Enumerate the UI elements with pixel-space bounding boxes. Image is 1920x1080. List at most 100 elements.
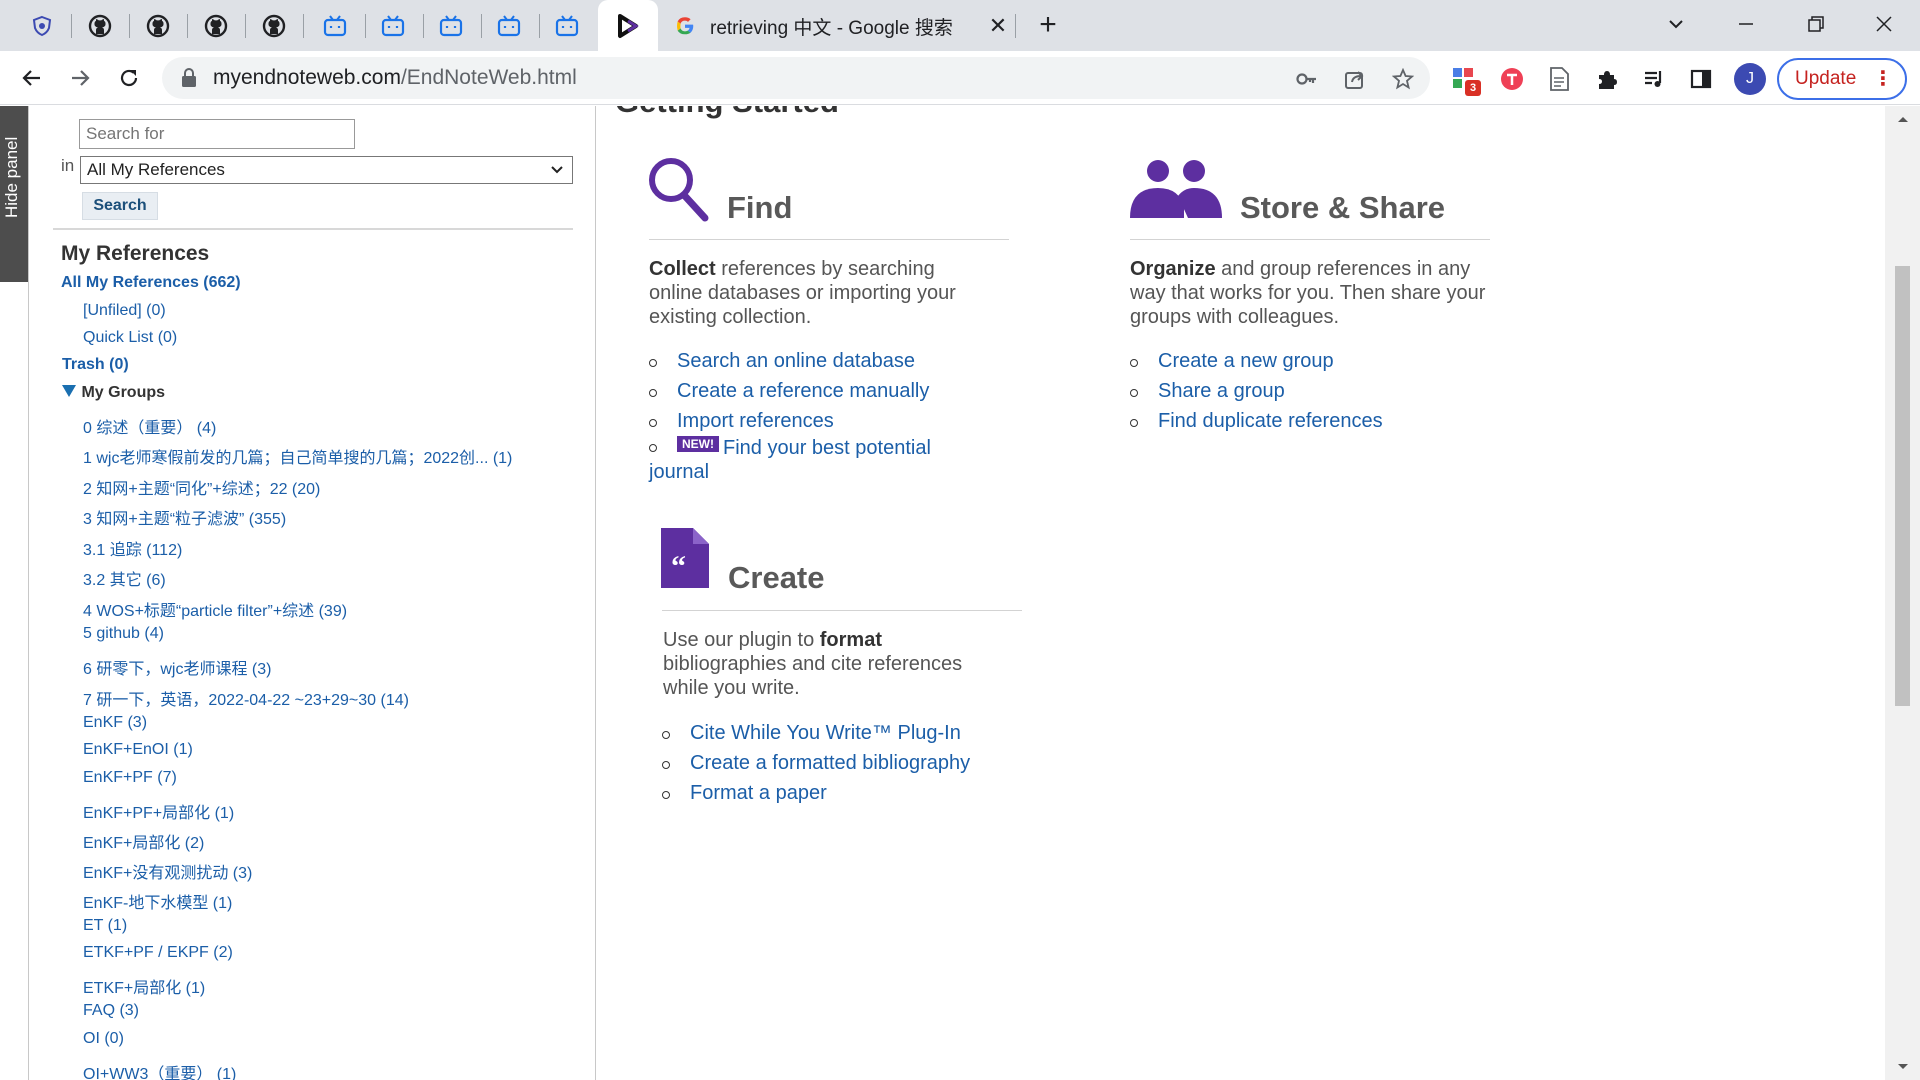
side-panel-button[interactable] <box>1686 64 1716 94</box>
url-text[interactable]: myendnoteweb.com/EndNoteWeb.html <box>213 66 577 90</box>
format-paper-link[interactable]: Format a paper <box>662 778 970 808</box>
group-item[interactable]: 3 知网+主题“粒子滤波” (355) <box>83 505 286 529</box>
store-intro: Organize and group references in any way… <box>1130 257 1500 329</box>
group-item[interactable]: EnKF+PF+局部化 (1) <box>83 799 234 823</box>
group-item[interactable]: ETKF+PF / EKPF (2) <box>83 944 233 962</box>
share-group-link[interactable]: Share a group <box>1130 376 1383 406</box>
new-tab-button[interactable]: + <box>1030 10 1066 42</box>
cite-while-you-write-link[interactable]: Cite While You Write™ Plug-In <box>662 718 970 748</box>
scope-selected-value: All My References <box>87 160 225 179</box>
pinned-tab-bilibili[interactable] <box>365 8 421 44</box>
media-controls-button[interactable] <box>1639 64 1669 94</box>
group-item[interactable]: EnKF+局部化 (2) <box>83 829 204 853</box>
page-title: Getting Started <box>615 106 839 120</box>
magnifier-icon <box>649 158 709 222</box>
group-item[interactable]: 0 综述（重要） (4) <box>83 414 216 438</box>
my-groups-toggle[interactable]: My Groups <box>61 384 165 402</box>
group-item[interactable]: FAQ (3) <box>83 1002 139 1020</box>
tab-google-search[interactable]: retrieving 中文 - Google 搜索 ✕ <box>660 6 1016 46</box>
pinned-tab-shield[interactable] <box>14 8 70 44</box>
close-tab-icon[interactable]: ✕ <box>986 14 1010 38</box>
browser-toolbar: myendnoteweb.com/EndNoteWeb.html 3 J Upd… <box>0 51 1920 105</box>
group-item[interactable]: OI+WW3（重要） (1) <box>83 1060 236 1080</box>
pinned-tab-github[interactable] <box>72 8 128 44</box>
group-item[interactable]: EnKF+没有观测扰动 (3) <box>83 859 252 883</box>
group-item[interactable]: 5 github (4) <box>83 625 164 643</box>
restore-icon[interactable] <box>1788 6 1844 42</box>
create-intro-bold: format <box>819 629 882 651</box>
back-button[interactable] <box>14 61 50 95</box>
scroll-down-arrow-icon[interactable] <box>1896 1062 1910 1072</box>
create-reference-manually-link[interactable]: Create a reference manually <box>649 376 929 406</box>
group-item[interactable]: 7 研一下，英语，2022-04-22 ~23+29~30 (14) <box>83 686 409 710</box>
minimize-icon[interactable] <box>1718 6 1774 42</box>
bilibili-icon <box>497 15 521 37</box>
group-item[interactable]: 4 WOS+标题“particle filter”+综述 (39) <box>83 597 347 621</box>
reload-button[interactable] <box>111 61 147 95</box>
group-item[interactable]: EnKF-地下水模型 (1) <box>83 889 232 913</box>
pinned-tab-github[interactable] <box>130 8 186 44</box>
search-button[interactable]: Search <box>82 192 158 220</box>
pinned-tab-bilibili[interactable] <box>481 8 537 44</box>
all-my-references-link[interactable]: All My References (662) <box>61 274 241 292</box>
group-item[interactable]: ET (1) <box>83 917 127 935</box>
group-item[interactable]: 2 知网+主题“同化”+综述；22 (20) <box>83 475 320 499</box>
bookmark-star-icon[interactable] <box>1390 66 1416 92</box>
search-online-database-link[interactable]: Search an online database <box>649 346 929 376</box>
profile-avatar[interactable]: J <box>1734 63 1766 95</box>
group-item[interactable]: ETKF+局部化 (1) <box>83 974 205 998</box>
scrollbar-thumb[interactable] <box>1895 266 1910 706</box>
group-item[interactable]: EnKF+EnOI (1) <box>83 741 193 759</box>
create-formatted-bibliography-link[interactable]: Create a formatted bibliography <box>662 748 970 778</box>
group-item[interactable]: 1 wjc老师寒假前发的几篇；自己简单搜的几篇；2022创... (1) <box>83 444 512 468</box>
hide-panel-button[interactable]: Hide panel <box>0 106 28 282</box>
reader-extension[interactable] <box>1544 64 1574 94</box>
create-intro-pre: Use our plugin to <box>663 629 820 651</box>
search-input[interactable] <box>79 119 355 149</box>
share-icon[interactable] <box>1342 66 1368 92</box>
triangle-down-icon <box>62 385 76 397</box>
tab-search-icon[interactable] <box>1648 6 1704 42</box>
create-new-group-link[interactable]: Create a new group <box>1130 346 1383 376</box>
pinned-tab-bilibili[interactable] <box>307 8 363 44</box>
group-item[interactable]: EnKF (3) <box>83 714 147 732</box>
scope-select[interactable]: All My References <box>80 156 573 184</box>
divider <box>53 228 573 230</box>
forward-arrow-icon <box>72 70 90 86</box>
bilibili-icon <box>323 15 347 37</box>
extension-grid[interactable]: 3 <box>1450 64 1481 96</box>
active-tab[interactable] <box>598 0 658 51</box>
forward-button[interactable] <box>62 61 98 95</box>
pinned-tab-bilibili[interactable] <box>539 8 595 44</box>
group-item[interactable]: EnKF+PF (7) <box>83 769 177 787</box>
pinned-tab-github[interactable] <box>246 8 302 44</box>
clarivate-icon <box>618 13 639 38</box>
url-path: /EndNoteWeb.html <box>400 66 577 89</box>
unfiled-link[interactable]: [Unfiled] (0) <box>83 302 166 320</box>
key-icon[interactable] <box>1294 66 1320 92</box>
red-extension[interactable] <box>1497 64 1527 94</box>
shield-extension-icon <box>32 15 52 37</box>
import-references-link[interactable]: Import references <box>649 406 929 436</box>
address-bar[interactable]: myendnoteweb.com/EndNoteWeb.html <box>162 57 1430 99</box>
lock-icon <box>182 68 196 87</box>
find-duplicate-references-link[interactable]: Find duplicate references <box>1130 406 1383 436</box>
group-item[interactable]: 3.2 其它 (6) <box>83 566 166 590</box>
scroll-up-arrow-icon[interactable] <box>1896 114 1910 124</box>
trash-link[interactable]: Trash (0) <box>62 356 129 374</box>
github-icon <box>262 14 286 38</box>
page-scrollbar[interactable] <box>1885 106 1920 1080</box>
find-journal-item: NEW! Find your best potential journal <box>649 436 989 484</box>
extensions-button[interactable] <box>1592 64 1622 94</box>
group-item[interactable]: OI (0) <box>83 1030 124 1048</box>
close-window-icon[interactable] <box>1856 6 1912 42</box>
quick-list-link[interactable]: Quick List (0) <box>83 329 177 347</box>
github-icon <box>146 14 170 38</box>
url-host: myendnoteweb.com <box>213 66 401 89</box>
pinned-tab-github[interactable] <box>188 8 244 44</box>
group-item[interactable]: 6 研零下，wjc老师课程 (3) <box>83 655 271 679</box>
github-icon <box>204 14 228 38</box>
update-button[interactable]: Update ⋮ <box>1777 58 1907 100</box>
pinned-tab-bilibili[interactable] <box>423 8 479 44</box>
group-item[interactable]: 3.1 追踪 (112) <box>83 536 182 560</box>
